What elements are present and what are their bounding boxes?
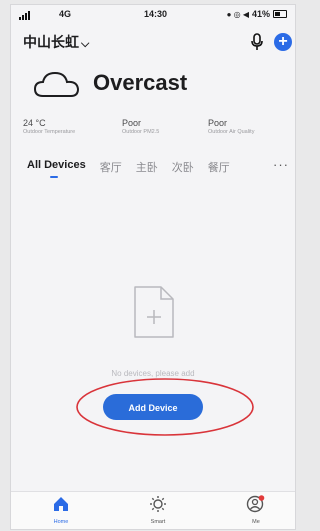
stat-pm25: Poor Outdoor PM2.5 (122, 118, 159, 135)
home-name: 中山长虹 (23, 34, 79, 50)
tab-label: 主卧 (135, 162, 158, 174)
tab-living-room[interactable]: 客厅 (100, 159, 122, 175)
stat-value: Poor (208, 118, 228, 128)
cloud-icon (33, 71, 80, 97)
nav-me[interactable]: Me (231, 495, 281, 525)
status-time: 14:30 (144, 9, 168, 19)
stat-temperature: 24 °C Outdoor Temperature (23, 118, 75, 135)
battery-icon (273, 10, 287, 18)
tab-dining-room[interactable]: 餐厅 (208, 159, 230, 175)
empty-document-icon (134, 286, 174, 338)
tab-label: 客厅 (99, 162, 122, 174)
stat-value: Poor (122, 118, 142, 128)
nav-smart[interactable]: Smart (133, 495, 183, 525)
stat-label: Outdoor PM2.5 (122, 129, 160, 135)
nav-label: Me (252, 519, 260, 525)
tab-master-bedroom[interactable]: 主卧 (136, 159, 158, 175)
microphone-icon[interactable] (249, 33, 265, 51)
annotation-circle (76, 378, 254, 436)
smart-icon (150, 496, 166, 512)
phone-screen: 4G 14:30 ● ◎ ◀ 41% 中山长虹 ⌵ + Overcast 24 °… (10, 4, 296, 530)
chevron-down-icon: ⌵ (81, 38, 90, 50)
stat-label: Outdoor Temperature (23, 129, 76, 135)
status-icons: ● ◎ ◀ (226, 9, 249, 19)
nav-label: Smart (150, 519, 166, 525)
profile-icon (246, 495, 265, 513)
status-bar: 4G 14:30 ● ◎ ◀ 41% (11, 5, 295, 25)
tab-label: 次卧 (171, 162, 194, 174)
stat-air-quality: Poor Outdoor Air Quality (208, 118, 254, 135)
stat-value: 24 °C (23, 118, 46, 128)
home-icon (54, 497, 68, 511)
tab-label: 餐厅 (207, 162, 230, 174)
nav-home[interactable]: Home (36, 495, 86, 525)
network-type: 4G (59, 9, 72, 19)
more-icon[interactable]: ··· (273, 157, 289, 172)
bottom-nav: Home Smart Me (11, 491, 295, 529)
signal-icon (19, 11, 30, 20)
home-selector[interactable]: 中山长虹 ⌵ (23, 32, 89, 52)
battery-percent: 41% (251, 9, 270, 19)
stat-label: Outdoor Air Quality (208, 129, 255, 135)
tab-all-devices[interactable]: All Devices (27, 159, 86, 178)
nav-label: Home (53, 519, 69, 525)
tab-second-bedroom[interactable]: 次卧 (172, 159, 194, 175)
status-right: ● ◎ ◀ 41% (227, 9, 287, 19)
tab-label: All Devices (27, 159, 86, 171)
room-tabs: All Devices 客厅 主卧 次卧 餐厅 (27, 159, 244, 178)
active-tab-indicator (50, 176, 58, 178)
plus-icon[interactable]: + (274, 33, 292, 51)
weather-condition: Overcast (93, 70, 188, 95)
